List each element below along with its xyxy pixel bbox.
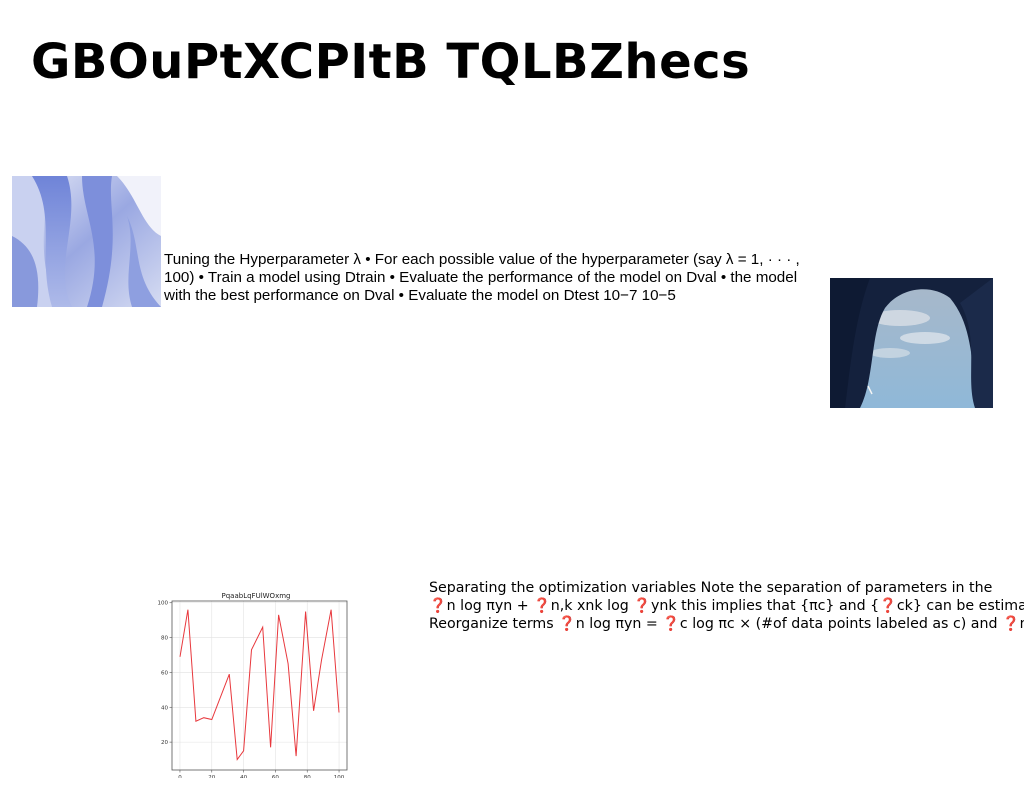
x-tick-label: 80 [304, 775, 311, 778]
text-line: ❓n log πyn + ❓n,k xnk log ❓ynk this impl… [429, 598, 1024, 614]
x-tick-label: 20 [208, 775, 215, 778]
y-tick-label: 100 [158, 601, 169, 607]
text-line: Reorganize terms ❓n log πyn = ❓c log πc … [429, 616, 1024, 632]
cave-sky-graphic [830, 278, 993, 408]
chart-grid [172, 601, 347, 770]
y-tick-label: 20 [161, 740, 168, 746]
chart-frame [171, 600, 348, 771]
slide-title: GBOuPtXCPItB TQLBZhecs [31, 34, 751, 90]
cave-sky-image [830, 278, 993, 408]
series-line [179, 609, 340, 761]
y-tick-label: 80 [161, 636, 168, 642]
hyperparameter-tuning-text: Tuning the Hyperparameter λ • For each p… [164, 251, 800, 304]
y-tick-label: 40 [161, 705, 168, 711]
x-tick-label: 100 [334, 775, 345, 778]
y-tick-label: 60 [161, 670, 168, 676]
x-tick-label: 40 [240, 775, 247, 778]
line-chart: PqaabLqFUlWOxmg 0 20 40 60 80 100 20 40 60 80 100 [158, 592, 348, 778]
text-line: Separating the optimization variables No… [429, 580, 993, 596]
chart-title: PqaabLqFUlWOxmg [222, 592, 291, 600]
optimization-variables-text: Separating the optimization variables No… [429, 579, 1024, 633]
x-tick-label: 0 [178, 775, 182, 778]
x-tick-label: 60 [272, 775, 279, 778]
abstract-wave-graphic [12, 176, 161, 307]
abstract-wave-image [12, 176, 161, 307]
